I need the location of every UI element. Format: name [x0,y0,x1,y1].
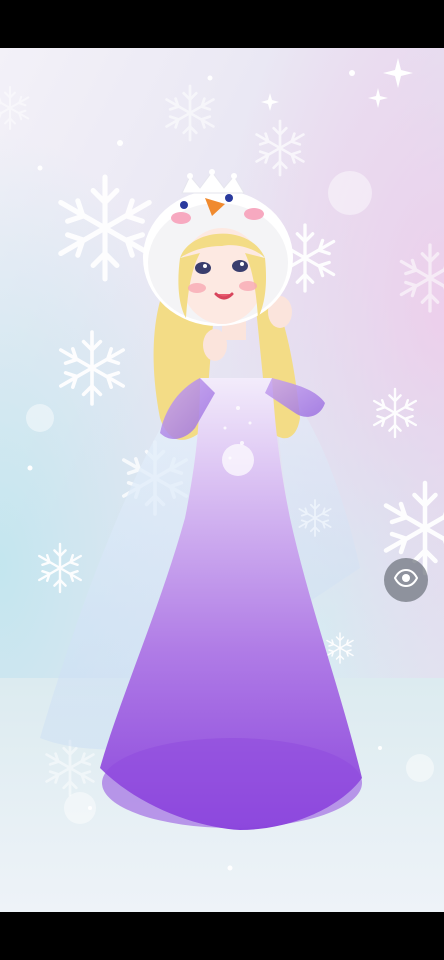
avatar-scene [0,48,444,912]
avatar-scene-graphic [0,48,444,912]
bottom-black-bar [0,912,444,960]
top-black-bar [0,0,444,48]
eye-icon [393,566,419,594]
visibility-toggle-button[interactable] [384,558,428,602]
